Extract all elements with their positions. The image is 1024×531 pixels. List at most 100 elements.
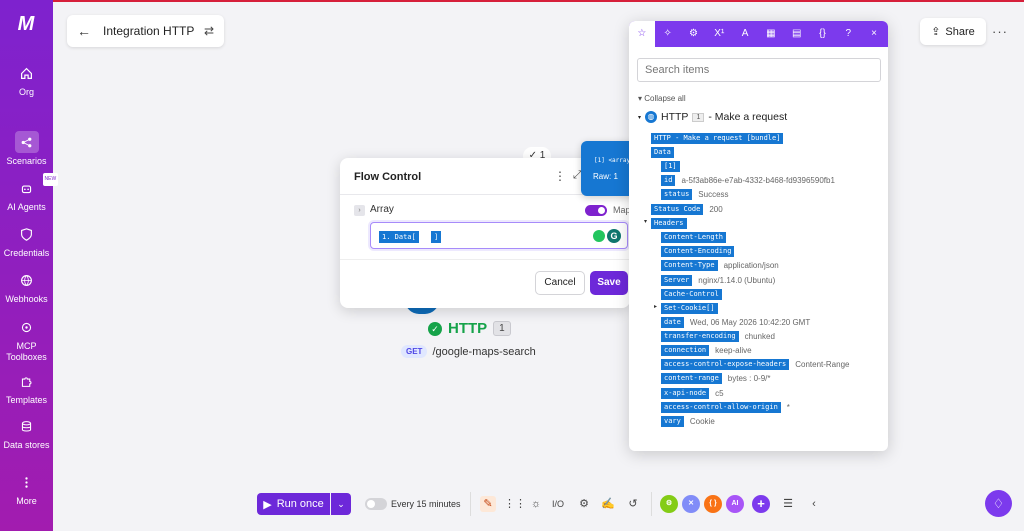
caret-right-icon[interactable]: ▸: [654, 303, 657, 310]
json-module-icon[interactable]: { }: [704, 495, 722, 513]
tree-row[interactable]: x-api-node c5: [661, 388, 724, 399]
grammarly-icon[interactable]: G: [607, 229, 621, 243]
tab-array-table-icon[interactable]: ▤: [784, 21, 810, 47]
schedule-toggle[interactable]: [365, 498, 387, 510]
collapse-all-link[interactable]: ▾ Collapse all: [638, 94, 686, 103]
checklist-icon[interactable]: ☰: [780, 496, 796, 512]
tree-key[interactable]: [1]: [661, 161, 680, 172]
sidebar-item-org[interactable]: Org: [0, 62, 53, 98]
tree-row[interactable]: Cache-Control: [661, 289, 722, 300]
tree-key[interactable]: content-range: [661, 373, 722, 384]
tree-row[interactable]: Set-Cookie[]: [661, 303, 718, 314]
flow-control-module-icon[interactable]: ✕: [682, 495, 700, 513]
tab-custom-braces-icon[interactable]: {}: [810, 21, 836, 47]
tree-row[interactable]: Server nginx/1.14.0 (Ubuntu): [661, 275, 775, 286]
sidebar-item-data-stores[interactable]: Data stores: [0, 415, 53, 451]
tree-key[interactable]: Content-Type: [661, 260, 718, 271]
tree-key[interactable]: HTTP - Make a request [bundle]: [651, 133, 784, 144]
notes-icon[interactable]: ✎: [480, 496, 496, 512]
chevron-left-icon[interactable]: ‹: [806, 496, 822, 512]
tree-row[interactable]: Status Code 200: [651, 204, 723, 215]
tree-key[interactable]: Content-Length: [661, 232, 727, 243]
chevron-right-icon[interactable]: ›: [354, 205, 365, 216]
tab-favorites-star-icon[interactable]: ☆: [629, 21, 655, 47]
kebab-menu-icon[interactable]: ⋮: [554, 169, 566, 183]
tree-key[interactable]: transfer-encoding: [661, 331, 739, 342]
tree-key[interactable]: Content-Encoding: [661, 246, 735, 257]
tree-key[interactable]: access-control-expose-headers: [661, 359, 790, 370]
tab-math-icon[interactable]: X¹: [706, 21, 732, 47]
map-toggle[interactable]: [585, 205, 607, 216]
tree-row[interactable]: transfer-encoding chunked: [661, 331, 775, 342]
tab-date-calendar-icon[interactable]: ▦: [758, 21, 784, 47]
run-options-chevron-icon[interactable]: ⌄: [331, 493, 351, 515]
gear-icon[interactable]: ⚙: [576, 496, 592, 512]
tree-key[interactable]: Data: [651, 147, 674, 158]
tree-root-http[interactable]: ▾ ◍ HTTP 1 - Make a request: [638, 111, 787, 123]
tree-row[interactable]: Data: [651, 147, 674, 158]
tree-key[interactable]: x-api-node: [661, 388, 710, 399]
array-input[interactable]: 1. Data[ ] G: [370, 222, 628, 249]
tools-module-icon[interactable]: ⚙: [660, 495, 678, 513]
cancel-button[interactable]: Cancel: [535, 271, 585, 295]
sidebar-item-mcp-toolboxes[interactable]: MCP Toolboxes: [0, 316, 53, 363]
run-once-button[interactable]: ▶ Run once: [257, 493, 330, 515]
tree-key[interactable]: Set-Cookie[]: [661, 303, 718, 314]
caret-down-icon[interactable]: ▾: [644, 218, 647, 225]
tree-key[interactable]: access-control-allow-origin: [661, 402, 781, 413]
sidebar-item-scenarios[interactable]: Scenarios: [0, 131, 53, 167]
tree-row[interactable]: content-range bytes : 0-9/*: [661, 373, 770, 384]
make-logo[interactable]: M: [13, 14, 39, 34]
mapped-pill-data[interactable]: 1. Data[: [379, 231, 419, 243]
edit-icon[interactable]: ✍: [600, 496, 616, 512]
tree-key[interactable]: vary: [661, 416, 684, 427]
back-arrow-icon[interactable]: ←: [77, 23, 91, 39]
history-icon[interactable]: ↺: [625, 496, 641, 512]
tree-row[interactable]: date Wed, 06 May 2026 10:42:20 GMT: [661, 317, 810, 328]
more-options-icon[interactable]: ···: [992, 24, 1008, 39]
add-module-plus-icon[interactable]: +: [752, 495, 770, 513]
ai-assistant-bulb-icon[interactable]: ♢: [985, 490, 1012, 517]
tree-key[interactable]: id: [661, 175, 676, 186]
tree-row[interactable]: Content-Length: [661, 232, 727, 243]
sidebar-item-templates[interactable]: Templates: [0, 370, 53, 406]
bulb-icon[interactable]: ☼: [528, 496, 544, 512]
sidebar-item-ai-agents[interactable]: NEW AI Agents: [0, 173, 59, 213]
tree-key[interactable]: Cache-Control: [661, 289, 722, 300]
io-icon[interactable]: I/O: [550, 496, 566, 512]
tree-key[interactable]: Server: [661, 275, 693, 286]
close-icon[interactable]: ×: [861, 21, 887, 47]
tree-key[interactable]: date: [661, 317, 684, 328]
tree-key[interactable]: Headers: [651, 218, 687, 229]
tree-row[interactable]: Headers: [651, 218, 687, 229]
save-button[interactable]: Save: [590, 271, 628, 295]
share-button[interactable]: ⇪ Share: [920, 18, 986, 45]
schedule-label[interactable]: Every 15 minutes: [391, 499, 461, 509]
scenario-title[interactable]: Integration HTTP: [103, 24, 204, 38]
tree-row[interactable]: [1]: [661, 161, 680, 172]
extension-icon[interactable]: [593, 230, 605, 242]
tab-ai-sparkle-icon[interactable]: ✧: [655, 21, 681, 47]
tree-row[interactable]: Content-Encoding: [661, 246, 735, 257]
tree-row[interactable]: vary Cookie: [661, 416, 715, 427]
tab-general-gear-icon[interactable]: ⚙: [681, 21, 707, 47]
tree-key[interactable]: status: [661, 189, 693, 200]
tab-text-icon[interactable]: A: [732, 21, 758, 47]
tree-key[interactable]: Status Code: [651, 204, 704, 215]
mapped-pill-close[interactable]: ]: [431, 231, 442, 243]
tree-row[interactable]: Content-Type application/json: [661, 260, 779, 271]
tree-row[interactable]: HTTP - Make a request [bundle]: [651, 133, 784, 144]
help-icon[interactable]: ?: [835, 21, 861, 47]
tree-row[interactable]: id a-5f3ab86e-e7ab-4332-b468-fd9396590fb1: [661, 175, 835, 186]
sidebar-item-webhooks[interactable]: Webhooks: [0, 269, 53, 305]
search-input[interactable]: Search items: [637, 58, 881, 82]
tree-row[interactable]: access-control-expose-headers Content-Ran…: [661, 359, 849, 370]
tree-row[interactable]: status Success: [661, 189, 729, 200]
settings-sliders-icon[interactable]: ⇄: [204, 24, 214, 38]
tree-key[interactable]: connection: [661, 345, 710, 356]
ai-module-icon[interactable]: AI: [726, 495, 744, 513]
tree-row[interactable]: connection keep-alive: [661, 345, 752, 356]
grid-icon[interactable]: ⋮⋮: [504, 496, 526, 512]
sidebar-item-credentials[interactable]: Credentials: [0, 223, 53, 259]
tree-row[interactable]: access-control-allow-origin *: [661, 402, 790, 413]
